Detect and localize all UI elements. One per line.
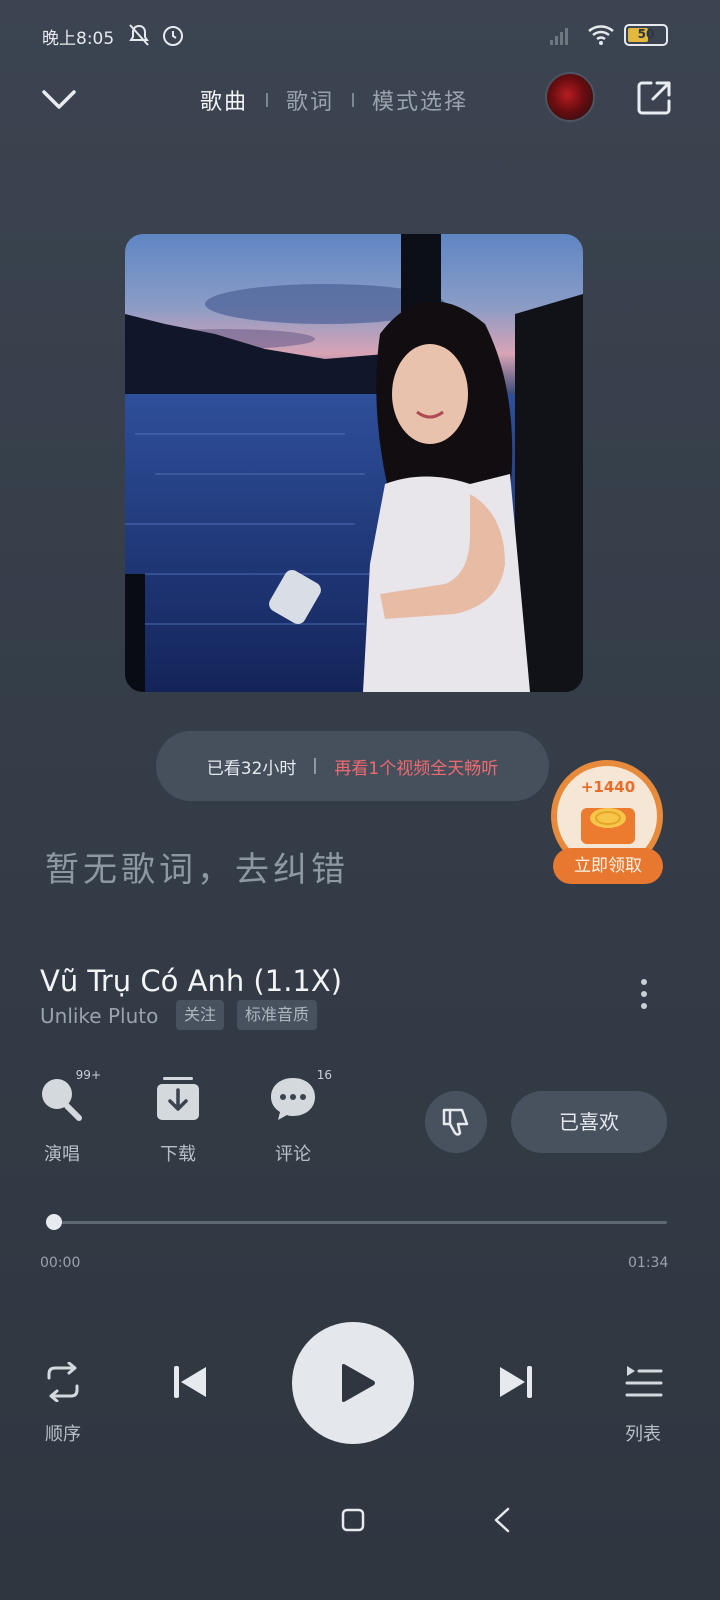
comment-icon	[271, 1078, 315, 1120]
tab-divider	[266, 93, 269, 107]
no-lyrics-text[interactable]: 暂无歌词，去纠错	[45, 842, 349, 891]
avatar[interactable]	[545, 72, 595, 122]
comment-button[interactable]: 16 评论	[258, 1068, 332, 1166]
watch-promo-link[interactable]: 再看1个视频全天畅听	[334, 754, 498, 779]
claim-reward-button[interactable]: 立即领取	[553, 848, 663, 884]
album-cover-image	[125, 234, 583, 692]
dislike-button[interactable]	[425, 1091, 487, 1153]
sing-count-badge: 99+	[75, 1068, 101, 1082]
watched-hours: 已看32小时	[206, 758, 297, 779]
current-time: 00:00	[40, 1255, 81, 1271]
playlist-button[interactable]: 列表	[618, 1362, 668, 1446]
wifi-icon	[588, 25, 614, 45]
artist-name[interactable]: Unlike Pluto	[40, 1004, 158, 1028]
comment-count-badge: 16	[316, 1068, 332, 1082]
watch-time-banner[interactable]: 已看32小时 再看1个视频全天畅听	[156, 731, 549, 801]
previous-track-icon[interactable]	[170, 1362, 210, 1402]
repeat-icon	[47, 1361, 79, 1403]
comment-label: 评论	[275, 1144, 311, 1165]
tab-song[interactable]: 歌曲	[200, 84, 248, 116]
tab-lyrics[interactable]: 歌词	[286, 84, 334, 116]
download-label: 下载	[160, 1144, 196, 1165]
collapse-chevron-icon[interactable]	[38, 82, 80, 118]
battery-level: 50	[637, 27, 655, 41]
playlist-icon	[625, 1366, 663, 1397]
status-time: 晚上8:05	[42, 29, 115, 49]
battery-icon: 50	[624, 24, 668, 46]
status-bar: 晚上8:05 50	[0, 0, 720, 70]
recents-square-icon[interactable]	[341, 1508, 365, 1532]
play-icon	[342, 1364, 375, 1402]
tab-divider	[352, 93, 355, 107]
playlist-label: 列表	[625, 1424, 661, 1445]
thumbs-down-icon	[442, 1108, 469, 1136]
sing-label: 演唱	[44, 1144, 80, 1165]
download-button[interactable]: 下载	[143, 1074, 213, 1166]
share-icon[interactable]	[634, 78, 674, 118]
duration: 01:34	[628, 1255, 669, 1271]
play-mode-button[interactable]: 顺序	[38, 1361, 88, 1446]
coin-envelope-icon	[581, 808, 635, 844]
next-track-icon[interactable]	[496, 1362, 536, 1402]
mute-bell-icon	[129, 24, 149, 46]
reward-amount: +1440	[580, 778, 636, 796]
back-chevron-icon[interactable]	[490, 1506, 514, 1534]
play-mode-label: 顺序	[45, 1424, 81, 1445]
alarm-icon	[163, 26, 183, 46]
progress-knob[interactable]	[46, 1214, 62, 1230]
play-button[interactable]	[292, 1322, 414, 1444]
download-icon	[157, 1077, 199, 1120]
liked-button[interactable]: 已喜欢	[511, 1091, 667, 1153]
progress-track[interactable]	[46, 1221, 667, 1224]
reward-badge[interactable]: +1440 立即领取	[549, 760, 667, 886]
quality-chip[interactable]: 标准音质	[237, 1000, 318, 1030]
tab-mode-select[interactable]: 模式选择	[372, 84, 468, 116]
signal-icon	[550, 28, 568, 45]
player-tabs: 歌曲 歌词 模式选择	[200, 80, 468, 120]
more-options-icon[interactable]	[632, 974, 656, 1014]
banner-divider	[314, 758, 317, 774]
sing-button[interactable]: 99+ 演唱	[27, 1068, 101, 1166]
follow-chip[interactable]: 关注	[176, 1000, 225, 1030]
song-title: Vũ Trụ Có Anh (1.1X)	[40, 964, 343, 998]
